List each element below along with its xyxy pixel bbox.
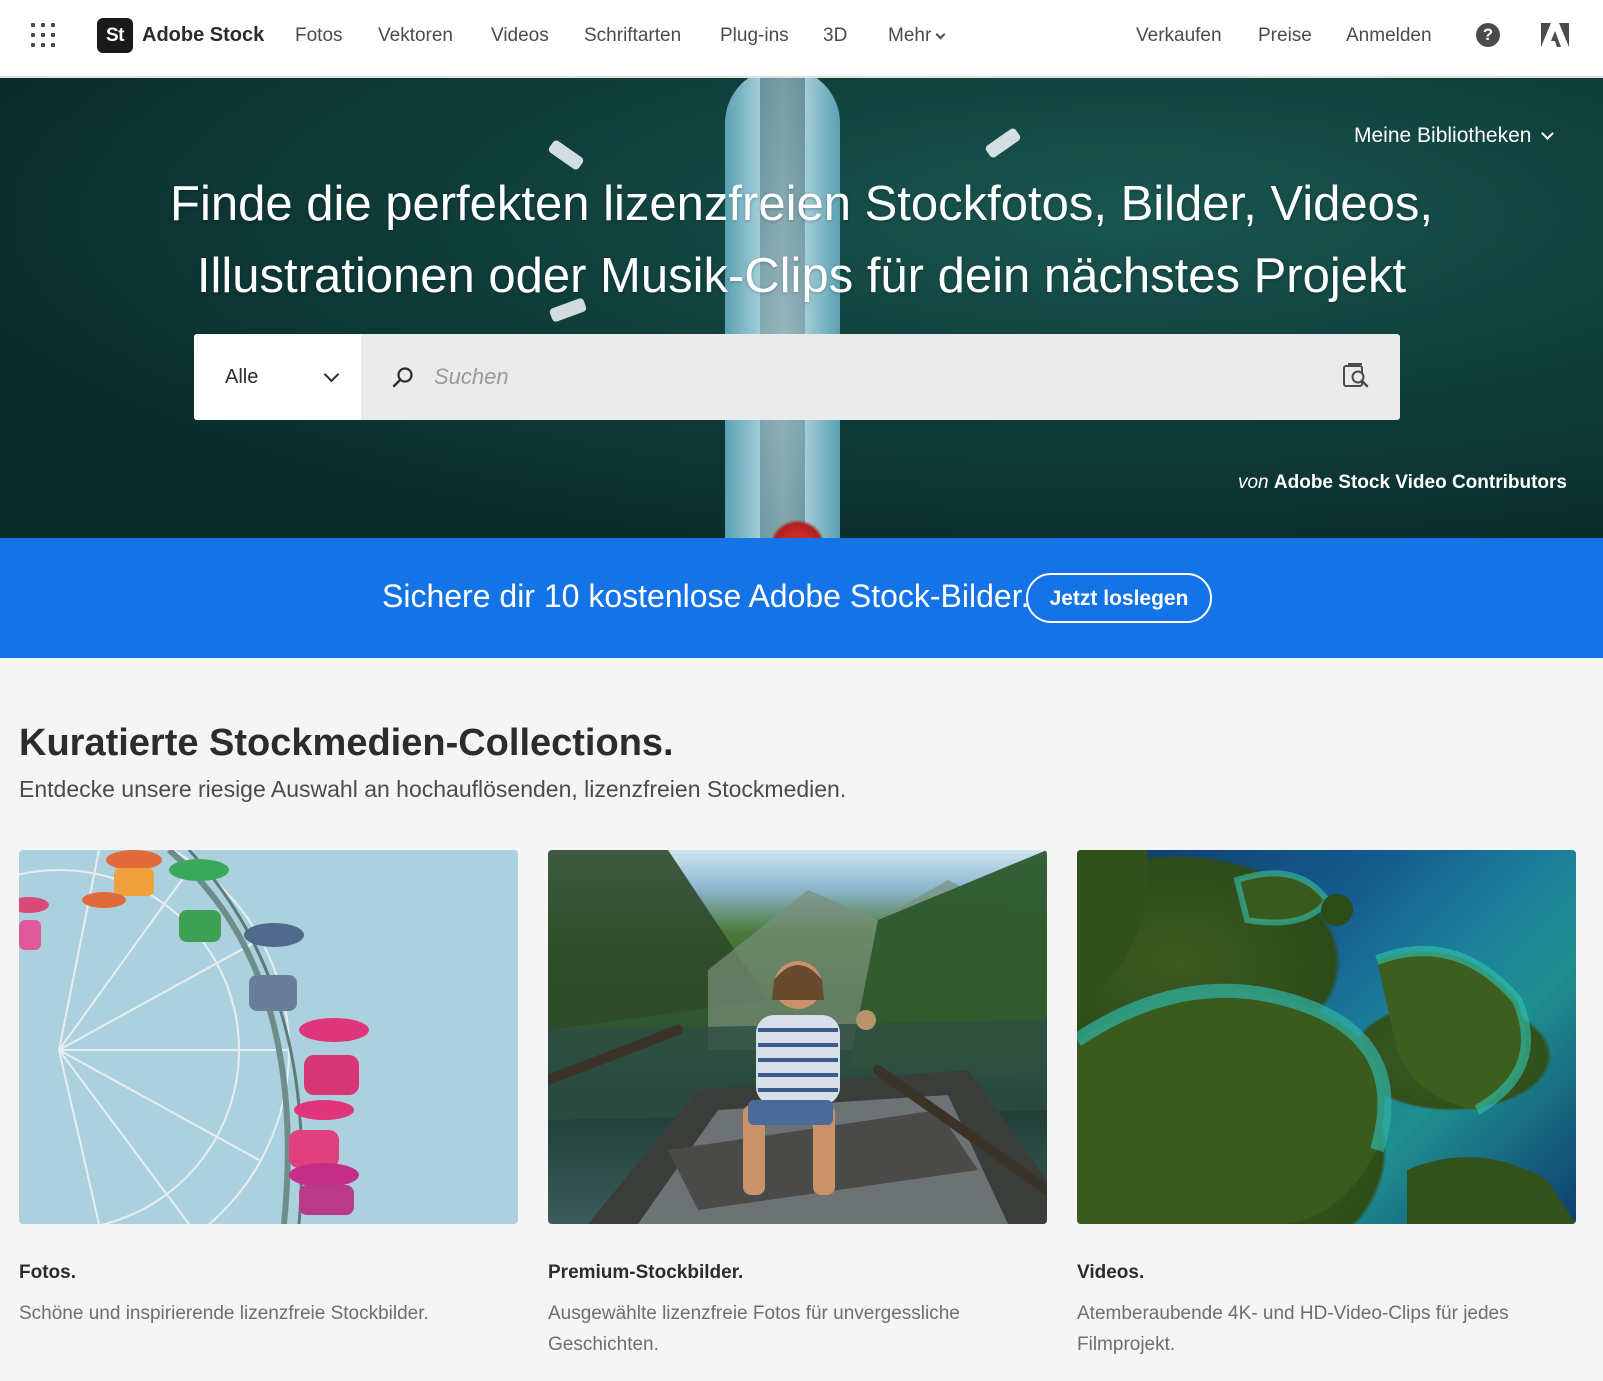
hero-title-line-1: Finde die perfekten lizenzfreien Stockfo… xyxy=(170,177,1433,231)
promo-text: Sichere dir 10 kostenlose Adobe Stock-Bi… xyxy=(382,578,1030,614)
search-input[interactable] xyxy=(434,354,1314,400)
aerial-islands-illustration xyxy=(1077,850,1576,1224)
collections-subtitle: Entdecke unsere riesige Auswahl an hocha… xyxy=(19,776,847,802)
collection-card-premium[interactable]: Premium-Stockbilder. Ausgewählte lizenzf… xyxy=(548,850,1047,1355)
hero-title-line-2: Illustrationen oder Musik-Clips für dein… xyxy=(196,249,1407,303)
hero-credit: von Adobe Stock Video Contributors xyxy=(1238,472,1567,494)
adobe-stock-logo[interactable]: St Adobe Stock xyxy=(97,18,264,53)
aerial-islands-image[interactable] xyxy=(1077,850,1576,1224)
card-description: Ausgewählte lizenzfreie Fotos für unverg… xyxy=(548,1303,960,1355)
collection-card-fotos[interactable]: Fotos. Schöne und inspirierende lizenzfr… xyxy=(19,850,518,1324)
nav-fotos[interactable]: Fotos xyxy=(295,25,343,47)
search-icon xyxy=(392,367,413,388)
card-title[interactable]: Fotos. xyxy=(19,1262,76,1284)
nav-schriftarten[interactable]: Schriftarten xyxy=(584,25,681,47)
logo-text: Adobe Stock xyxy=(142,24,265,46)
help-icon[interactable]: ? xyxy=(1476,23,1500,47)
nav-3d[interactable]: 3D xyxy=(823,25,847,47)
nav-preise[interactable]: Preise xyxy=(1258,25,1312,47)
nav-videos[interactable]: Videos xyxy=(491,25,549,47)
ferris-wheel-illustration xyxy=(19,850,369,1224)
get-started-button[interactable]: Jetzt loslegen xyxy=(1026,573,1212,623)
visual-search-icon[interactable] xyxy=(1342,362,1370,390)
search-category-dropdown[interactable]: Alle xyxy=(194,334,361,420)
oar-decoration xyxy=(547,138,585,172)
nav-more-label: Mehr xyxy=(888,25,932,46)
promo-banner: Sichere dir 10 kostenlose Adobe Stock-Bi… xyxy=(0,538,1603,658)
search-bar: Alle xyxy=(194,334,1400,420)
oar-decoration xyxy=(984,126,1022,160)
hero-banner: Meine Bibliotheken Finde die perfekten l… xyxy=(0,78,1603,538)
hero-title: Finde die perfekten lizenzfreien Stockfo… xyxy=(0,168,1603,312)
credit-link[interactable]: Adobe Stock Video Contributors xyxy=(1274,472,1567,493)
card-title[interactable]: Premium-Stockbilder. xyxy=(548,1262,743,1284)
nav-anmelden[interactable]: Anmelden xyxy=(1346,25,1432,47)
search-category-label: Alle xyxy=(225,365,259,388)
adobe-icon[interactable] xyxy=(1541,23,1569,47)
logo-mark: St xyxy=(97,18,133,53)
credit-prefix: von xyxy=(1237,472,1269,493)
card-title[interactable]: Videos. xyxy=(1077,1262,1144,1284)
nav-vektoren[interactable]: Vektoren xyxy=(378,25,453,47)
collections-title: Kuratierte Stockmedien-Collections. xyxy=(19,722,674,764)
app-switcher-icon[interactable] xyxy=(31,23,55,47)
chevron-down-icon xyxy=(1541,127,1555,140)
chevron-down-icon xyxy=(935,29,946,39)
nav-plugins[interactable]: Plug-ins xyxy=(720,25,789,47)
lake-boat-illustration xyxy=(548,850,1047,1224)
collection-card-videos[interactable]: Videos. Atemberaubende 4K- und HD-Video-… xyxy=(1077,850,1576,1355)
card-description: Atemberaubende 4K- und HD-Video-Clips fü… xyxy=(1077,1303,1509,1355)
ferris-wheel-image[interactable] xyxy=(19,850,518,1224)
chevron-down-icon xyxy=(323,366,340,383)
nav-verkaufen[interactable]: Verkaufen xyxy=(1136,25,1222,47)
lake-boat-image[interactable] xyxy=(548,850,1047,1224)
nav-more-dropdown[interactable]: Mehr xyxy=(888,25,946,47)
my-libraries-dropdown[interactable]: Meine Bibliotheken xyxy=(1354,124,1555,148)
card-description: Schöne und inspirierende lizenzfreie Sto… xyxy=(19,1303,429,1324)
top-navigation: St Adobe Stock Fotos Vektoren Videos Sch… xyxy=(0,0,1603,78)
my-libraries-label: Meine Bibliotheken xyxy=(1354,124,1532,147)
